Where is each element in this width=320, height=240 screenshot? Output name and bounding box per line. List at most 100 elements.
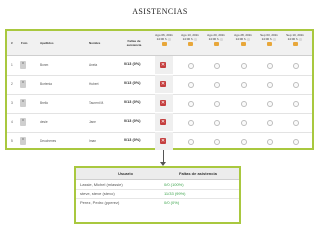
table-row: 4 desie Jane 0/13 (0%) ✕ — [7, 113, 312, 133]
calendar-icon[interactable] — [213, 42, 219, 46]
table-header: # Foto Apellidos Nombre Faltas de asiste… — [7, 31, 312, 56]
row-apellidos: Deuchenes — [40, 139, 57, 143]
attendance-radio[interactable] — [241, 139, 247, 145]
attendance-radio[interactable] — [293, 63, 299, 69]
col-num: # — [11, 41, 13, 45]
avatar — [20, 61, 26, 69]
date-time: 14:00 h. — [182, 37, 194, 41]
table-row: 2 Bortenia Hubert 0/13 (0%) ✕ — [7, 75, 312, 95]
attendance-radio[interactable] — [267, 120, 273, 126]
summary-faltas: 11/33 (99%) — [164, 191, 186, 196]
attendance-radio[interactable] — [293, 101, 299, 107]
row-nombre: Jane — [89, 120, 96, 124]
x-mark-icon[interactable]: ✕ — [160, 119, 166, 125]
attendance-radio[interactable] — [188, 101, 194, 107]
avatar — [20, 118, 26, 126]
date-column-5[interactable]: Sep 03, 2011 14:00 h. — [259, 33, 279, 46]
attendance-radio[interactable] — [267, 82, 273, 88]
row-nombre: Taurent M. — [89, 101, 105, 105]
row-number: 3 — [11, 101, 13, 105]
date-time: 14:00 h. — [287, 37, 299, 41]
col-apellidos[interactable]: Apellidos — [40, 41, 54, 45]
attendance-radio[interactable] — [267, 139, 273, 145]
row-nombre: Hubert — [89, 82, 99, 86]
attendance-radio[interactable] — [188, 82, 194, 88]
attendance-radio[interactable] — [188, 120, 194, 126]
row-nombre: Iman — [89, 139, 97, 143]
attendance-radio[interactable] — [188, 63, 194, 69]
attendance-radio[interactable] — [214, 139, 220, 145]
page-title: ASISTENCIAS — [132, 7, 188, 16]
table-row: 5 Deuchenes Iman 0/13 (0%) ✕ — [7, 132, 312, 151]
row-number: 4 — [11, 120, 13, 124]
x-mark-icon[interactable]: ✕ — [160, 62, 166, 68]
row-nombre: Anela — [89, 63, 98, 67]
row-faltas: 0/13 (0%) — [124, 62, 141, 66]
edit-icon[interactable] — [247, 37, 251, 41]
x-mark-icon[interactable]: ✕ — [160, 100, 166, 106]
edit-icon[interactable] — [168, 37, 172, 41]
date-column-3[interactable]: Ago 20, 2011 14:00 h. — [206, 33, 226, 46]
attendance-radio[interactable] — [241, 120, 247, 126]
summary-user: steve, steve (stevo) — [80, 191, 115, 196]
calendar-icon[interactable] — [240, 42, 246, 46]
attendance-radio[interactable] — [214, 120, 220, 126]
col-foto: Foto — [21, 41, 28, 45]
edit-icon[interactable] — [194, 37, 198, 41]
table-row: 3 Brello Taurent M. 0/13 (0%) ✕ — [7, 94, 312, 114]
attendance-radio[interactable] — [267, 63, 273, 69]
avatar — [20, 99, 26, 107]
attendance-radio[interactable] — [293, 82, 299, 88]
row-apellidos: Bortenia — [40, 82, 52, 86]
date-column-4[interactable]: Ago 28, 2011 14:00 h. — [233, 33, 253, 46]
summary-user: Lassie, Michel (mlassie) — [80, 182, 123, 187]
row-number: 1 — [11, 63, 13, 67]
attendance-radio[interactable] — [241, 101, 247, 107]
attendance-radio[interactable] — [214, 63, 220, 69]
attendance-radio[interactable] — [293, 139, 299, 145]
row-apellidos: Bonm — [40, 63, 49, 67]
date-time: 14:00 h. — [156, 37, 168, 41]
attendance-radio[interactable] — [267, 101, 273, 107]
edit-icon[interactable] — [220, 37, 224, 41]
row-number: 2 — [11, 82, 13, 86]
calendar-icon[interactable] — [266, 42, 272, 46]
summary-row: Perez, Pedro (pperez) 0/0 (0%) — [76, 198, 239, 207]
attendance-radio[interactable] — [241, 63, 247, 69]
row-faltas: 0/13 (0%) — [124, 81, 141, 85]
calendar-icon[interactable] — [187, 42, 193, 46]
edit-icon[interactable] — [299, 37, 303, 41]
calendar-icon[interactable] — [292, 42, 298, 46]
date-column-6[interactable]: Sep 10, 2011 14:00 h. — [285, 33, 305, 46]
x-mark-icon[interactable]: ✕ — [160, 138, 166, 144]
row-apellidos: Brello — [40, 101, 49, 105]
avatar — [20, 80, 26, 88]
attendance-radio[interactable] — [214, 101, 220, 107]
summary-header: Usuario Faltas de asistencia — [76, 168, 239, 180]
attendance-radio[interactable] — [241, 82, 247, 88]
summary-faltas: 0/0 (0%) — [164, 200, 180, 205]
summary-col-usuario: Usuario — [118, 171, 133, 176]
attendance-radio[interactable] — [293, 120, 299, 126]
summary-user: Perez, Pedro (pperez) — [80, 200, 120, 205]
x-mark-icon[interactable]: ✕ — [160, 81, 166, 87]
attendance-radio[interactable] — [188, 139, 194, 145]
row-faltas: 0/13 (0%) — [124, 100, 141, 104]
attendance-table: # Foto Apellidos Nombre Faltas de asiste… — [5, 29, 314, 150]
row-faltas: 0/13 (0%) — [124, 119, 141, 123]
summary-table: Usuario Faltas de asistencia Lassie, Mic… — [74, 166, 241, 224]
row-number: 5 — [11, 139, 13, 143]
attendance-radio[interactable] — [214, 82, 220, 88]
date-column-2[interactable]: Ago 13, 2011 14:00 h. — [180, 33, 200, 46]
calendar-icon[interactable] — [161, 42, 167, 46]
summary-faltas: 0/0 (100%) — [164, 182, 184, 187]
row-faltas: 0/13 (0%) — [124, 138, 141, 142]
row-apellidos: desie — [40, 120, 48, 124]
table-row: 1 Bonm Anela 0/13 (0%) ✕ — [7, 56, 312, 76]
date-column-1[interactable]: Ago 06, 2011 14:00 h. — [154, 33, 174, 46]
col-faltas: Faltas de asistencia — [126, 39, 142, 47]
summary-col-faltas: Faltas de asistencia — [179, 171, 217, 176]
edit-icon[interactable] — [273, 37, 277, 41]
col-nombre[interactable]: Nombre — [89, 41, 100, 45]
date-time: 14:00 h. — [261, 37, 273, 41]
